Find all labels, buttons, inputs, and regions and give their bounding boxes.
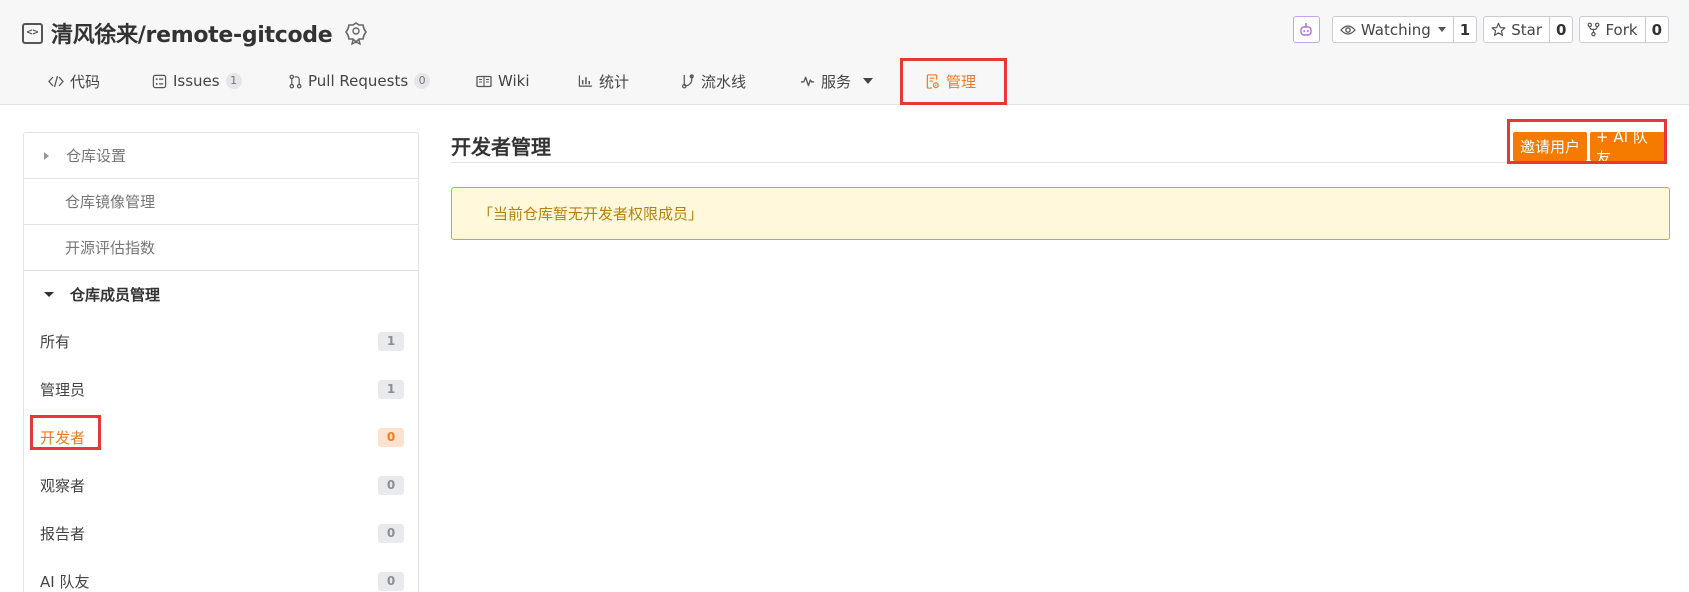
tab-label: Issues	[173, 72, 220, 90]
sidebar-item-label: 仓库镜像管理	[65, 193, 156, 211]
book-icon	[476, 75, 492, 87]
tab-wiki[interactable]: Wiki	[476, 57, 530, 105]
tab-label: Pull Requests	[308, 72, 409, 90]
tab-pipeline[interactable]: 流水线	[681, 57, 746, 105]
robot-icon	[1300, 22, 1313, 36]
pulse-icon	[800, 76, 815, 87]
chevron-down-icon	[863, 78, 874, 84]
tab-label: Wiki	[498, 72, 530, 90]
watching-button-group: Watching 1	[1331, 16, 1478, 43]
pipeline-icon	[681, 73, 694, 88]
repo-header: <> 清风徐来/remote-gitcode Watching 1 Star 0…	[0, 0, 1689, 105]
sidebar-item-mirror-management[interactable]: 仓库镜像管理	[24, 179, 418, 225]
repo-full-name[interactable]: 清风徐来/remote-gitcode	[51, 17, 333, 49]
tab-issues[interactable]: Issues 1	[152, 57, 242, 105]
watching-label: Watching	[1360, 20, 1431, 39]
sidebar-item-repo-settings[interactable]: 仓库设置	[24, 133, 418, 179]
sidebar-item-label: 仓库设置	[66, 147, 127, 165]
eye-icon	[1340, 24, 1356, 35]
tab-label: 服务	[821, 72, 852, 91]
page-title: 开发者管理	[451, 135, 551, 159]
header-actions: Watching 1 Star 0 Fork 0	[1292, 16, 1669, 43]
sidebar-item-open-source-index[interactable]: 开源评估指数	[24, 225, 418, 271]
star-count[interactable]: 0	[1550, 17, 1572, 42]
action-buttons-highlight	[1507, 119, 1667, 164]
code-icon	[48, 75, 64, 87]
developer-filter-highlight	[30, 415, 101, 450]
member-count-badge: 0	[378, 571, 404, 591]
watching-button[interactable]: Watching	[1333, 17, 1454, 42]
member-filter-label: AI 队友	[40, 572, 90, 591]
member-count-badge: 1	[378, 379, 404, 399]
member-filter-admin[interactable]: 管理员 1	[24, 365, 418, 413]
member-filter-ai-teammate[interactable]: AI 队友 0	[24, 557, 418, 592]
sidebar-item-label: 仓库成员管理	[70, 285, 161, 304]
sidebar-item-label: 开源评估指数	[65, 239, 156, 257]
fork-button-group: Fork 0	[1579, 16, 1669, 43]
tab-pull-requests[interactable]: Pull Requests 0	[289, 57, 431, 105]
tab-label: 统计	[599, 72, 630, 91]
member-filter-label: 报告者	[40, 524, 86, 543]
recommended-badge-icon[interactable]	[344, 21, 368, 45]
watching-count[interactable]: 1	[1454, 17, 1476, 42]
sidebar-item-member-management[interactable]: 仓库成员管理	[24, 271, 418, 317]
member-filter-observer[interactable]: 观察者 0	[24, 461, 418, 509]
manage-tab-highlight	[900, 58, 1007, 105]
settings-sidebar: 仓库设置 仓库镜像管理 开源评估指数 仓库成员管理 所有 1 管理员 1 开发者…	[23, 132, 419, 592]
star-label: Star	[1511, 20, 1542, 39]
repo-title: <> 清风徐来/remote-gitcode	[22, 18, 368, 48]
issues-icon	[152, 74, 167, 88]
ai-assistant-button[interactable]	[1292, 16, 1320, 43]
fork-count[interactable]: 0	[1646, 17, 1668, 42]
issues-count-badge: 1	[225, 73, 242, 89]
member-count-badge: 0	[378, 523, 404, 543]
title-divider	[451, 162, 1627, 163]
member-count-badge: 0	[378, 475, 404, 495]
tab-label: 代码	[70, 72, 101, 91]
notice-text: 「当前仓库暂无开发者权限成员」	[478, 205, 704, 223]
member-count-badge: 1	[378, 331, 404, 351]
member-filter-reporter[interactable]: 报告者 0	[24, 509, 418, 557]
fork-label: Fork	[1605, 20, 1638, 39]
repository-icon: <>	[22, 22, 43, 44]
member-filter-label: 所有	[40, 332, 71, 351]
member-filter-all[interactable]: 所有 1	[24, 317, 418, 365]
pull-requests-count-badge: 0	[414, 73, 431, 89]
empty-members-notice: 「当前仓库暂无开发者权限成员」	[451, 187, 1670, 240]
star-button-group: Star 0	[1483, 16, 1574, 43]
tab-label: 流水线	[701, 72, 747, 91]
tab-services[interactable]: 服务	[800, 57, 874, 105]
member-filter-label: 观察者	[40, 476, 86, 495]
chevron-right-icon	[44, 151, 49, 160]
member-count-badge: 0	[378, 427, 404, 447]
bar-chart-icon	[578, 75, 593, 87]
fork-button[interactable]: Fork	[1580, 17, 1646, 42]
tab-statistics[interactable]: 统计	[578, 57, 629, 105]
star-icon	[1491, 22, 1506, 36]
star-button[interactable]: Star	[1484, 17, 1550, 42]
chevron-down-icon	[1437, 27, 1446, 32]
pull-request-icon	[289, 74, 302, 88]
tab-code[interactable]: 代码	[48, 57, 100, 105]
chevron-down-icon	[44, 291, 54, 297]
fork-icon	[1587, 22, 1600, 37]
member-filter-label: 管理员	[40, 380, 86, 399]
